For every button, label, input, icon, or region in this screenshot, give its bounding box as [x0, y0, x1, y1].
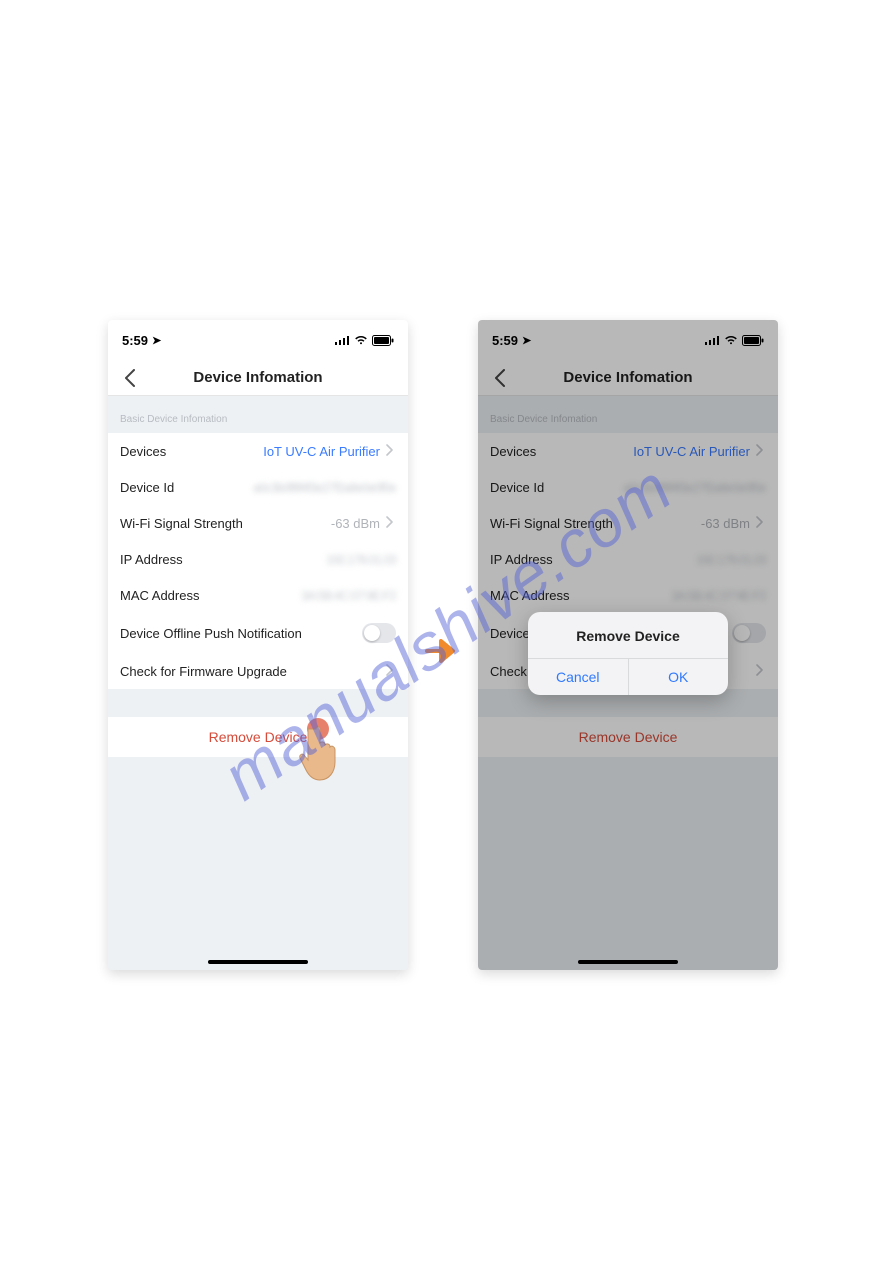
row-value-blurred: 3A:5B:4C:07:9E:F2: [301, 588, 396, 603]
row-offline-push: Device Offline Push Notification: [108, 613, 408, 653]
settings-list: Devices IoT UV-C Air Purifier Device Id …: [108, 433, 408, 689]
row-value: IoT UV-C Air Purifier: [263, 444, 380, 459]
row-value: IoT UV-C Air Purifier: [633, 444, 750, 459]
arrow-right-icon: [408, 637, 478, 665]
section-header: Basic Device Infomation: [108, 396, 408, 433]
row-label: Device Id: [120, 480, 253, 495]
status-time: 5:59: [492, 333, 518, 348]
row-device-id[interactable]: Device Id a0c3b0f8f4f3e27f2a8e0e0f0e: [478, 469, 778, 505]
row-label: Wi-Fi Signal Strength: [490, 516, 701, 531]
signal-icon: [705, 335, 720, 345]
remove-device-dialog: Remove Device Cancel OK: [528, 612, 728, 695]
row-device-id[interactable]: Device Id a0c3b0f8f4f3e27f2a8e0e0f0e: [108, 469, 408, 505]
row-firmware-upgrade[interactable]: Check for Firmware Upgrade: [108, 653, 408, 689]
row-wifi-strength[interactable]: Wi-Fi Signal Strength -63 dBm: [108, 505, 408, 541]
row-mac-address[interactable]: MAC Address 3A:5B:4C:07:9E:F2: [478, 577, 778, 613]
wifi-icon: [724, 335, 738, 345]
row-label: MAC Address: [490, 588, 671, 603]
chevron-right-icon: [386, 664, 396, 679]
row-label: MAC Address: [120, 588, 301, 603]
location-icon: ➤: [522, 334, 531, 347]
section-header: Basic Device Infomation: [478, 396, 778, 433]
row-value-blurred: 3A:5B:4C:07:9E:F2: [671, 588, 766, 603]
row-devices[interactable]: Devices IoT UV-C Air Purifier: [108, 433, 408, 469]
row-value: -63 dBm: [331, 516, 380, 531]
home-indicator: [208, 960, 308, 964]
row-value-blurred: 192.178.01.03: [696, 552, 766, 567]
row-label: Device Offline Push Notification: [120, 626, 362, 641]
home-indicator: [578, 960, 678, 964]
remove-device-button[interactable]: Remove Device: [108, 717, 408, 757]
page-title: Device Infomation: [193, 369, 322, 386]
row-label: Wi-Fi Signal Strength: [120, 516, 331, 531]
back-button[interactable]: [118, 366, 142, 390]
row-ip-address[interactable]: IP Address 192.178.01.03: [108, 541, 408, 577]
row-ip-address[interactable]: IP Address 192.178.01.03: [478, 541, 778, 577]
phone-left: 5:59 ➤ Device Infomation Basic Device In…: [108, 320, 408, 970]
row-label: Devices: [120, 444, 263, 459]
row-value-blurred: 192.178.01.03: [326, 552, 396, 567]
row-value-blurred: a0c3b0f8f4f3e27f2a8e0e0f0e: [623, 480, 766, 495]
chevron-right-icon: [386, 444, 396, 459]
status-bar: 5:59 ➤: [108, 320, 408, 360]
signal-icon: [335, 335, 350, 345]
status-bar: 5:59 ➤: [478, 320, 778, 360]
row-value-blurred: a0c3b0f8f4f3e27f2a8e0e0f0e: [253, 480, 396, 495]
wifi-icon: [354, 335, 368, 345]
offline-push-toggle[interactable]: [362, 623, 396, 643]
battery-icon: [742, 335, 764, 346]
chevron-right-icon: [386, 516, 396, 531]
chevron-left-icon: [494, 369, 506, 387]
row-label: IP Address: [120, 552, 326, 567]
row-label: Check for Firmware Upgrade: [120, 664, 380, 679]
row-label: IP Address: [490, 552, 696, 567]
offline-push-toggle[interactable]: [732, 623, 766, 643]
row-label: Devices: [490, 444, 633, 459]
chevron-right-icon: [756, 516, 766, 531]
chevron-left-icon: [124, 369, 136, 387]
back-button[interactable]: [488, 366, 512, 390]
status-right-icons: [705, 335, 764, 346]
row-label: Device Id: [490, 480, 623, 495]
row-devices[interactable]: Devices IoT UV-C Air Purifier: [478, 433, 778, 469]
screenshot-pair: 5:59 ➤ Device Infomation Basic Device In…: [108, 320, 778, 970]
status-right-icons: [335, 335, 394, 346]
dialog-ok-button[interactable]: OK: [628, 659, 729, 695]
chevron-right-icon: [756, 664, 766, 679]
status-time: 5:59: [122, 333, 148, 348]
nav-bar: Device Infomation: [108, 360, 408, 396]
battery-icon: [372, 335, 394, 346]
page-title: Device Infomation: [563, 369, 692, 386]
row-value: -63 dBm: [701, 516, 750, 531]
row-mac-address[interactable]: MAC Address 3A:5B:4C:07:9E:F2: [108, 577, 408, 613]
chevron-right-icon: [756, 444, 766, 459]
remove-device-button[interactable]: Remove Device: [478, 717, 778, 757]
dialog-cancel-button[interactable]: Cancel: [528, 659, 628, 695]
list-gap: [108, 689, 408, 717]
phone-right: 5:59 ➤ Device Infomation Basic Device In…: [478, 320, 778, 970]
location-icon: ➤: [152, 334, 161, 347]
dialog-title: Remove Device: [528, 612, 728, 658]
nav-bar: Device Infomation: [478, 360, 778, 396]
row-wifi-strength[interactable]: Wi-Fi Signal Strength -63 dBm: [478, 505, 778, 541]
